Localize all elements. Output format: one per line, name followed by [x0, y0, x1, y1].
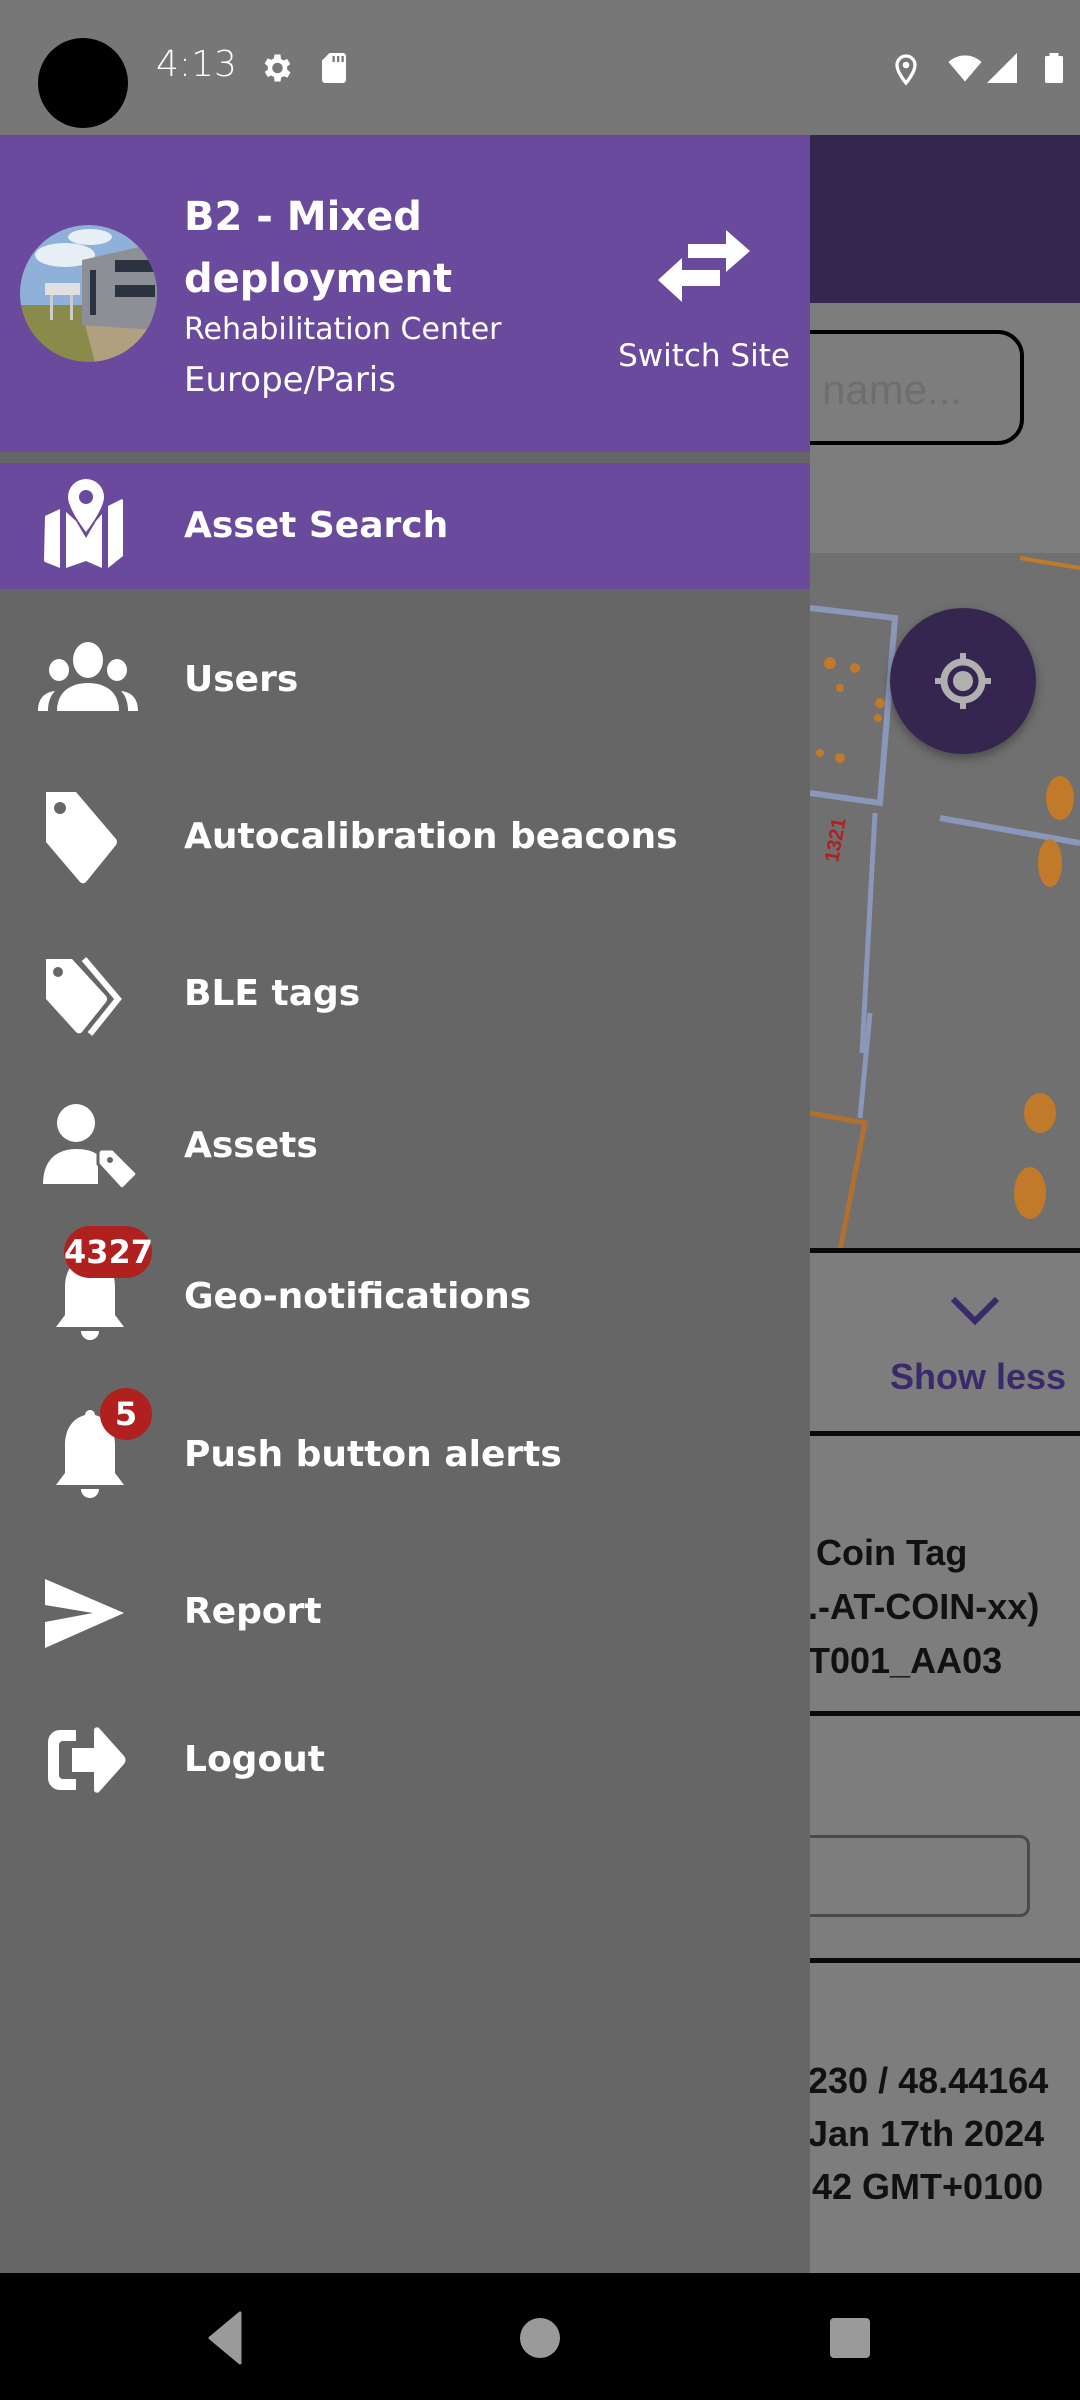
- svg-text:1321: 1321: [821, 816, 850, 864]
- site-type: Rehabilitation Center: [184, 312, 502, 347]
- background-show-less: Show less: [890, 1356, 1067, 1397]
- background-divider: [810, 1248, 1080, 1253]
- back-button[interactable]: [190, 2303, 260, 2373]
- drawer-item-autocalibration-beacons[interactable]: Autocalibration beacons: [0, 774, 810, 900]
- system-navigation-bar: [0, 2273, 1080, 2400]
- drawer-item-label: Assets: [184, 1125, 318, 1166]
- background-tag-line: Coin Tag: [816, 1532, 968, 1573]
- background-tag-line: T001_AA03: [808, 1640, 1003, 1681]
- chevron-down-icon: [950, 1296, 1000, 1326]
- send-icon: [45, 1579, 124, 1648]
- drawer-item-label: Geo-notifications: [184, 1276, 532, 1317]
- drawer-item-label: Users: [184, 659, 299, 700]
- tag-icon: [46, 792, 117, 884]
- drawer-item-asset-search[interactable]: Asset Search: [0, 463, 810, 589]
- switch-site-label: Switch Site: [618, 338, 790, 374]
- swap-arrows-icon: [658, 230, 750, 302]
- background-location-line: 42 GMT+0100: [812, 2166, 1044, 2207]
- settings-gear-icon: [264, 54, 291, 82]
- drawer-item-label: Asset Search: [184, 505, 449, 546]
- site-timezone: Europe/Paris: [184, 360, 396, 400]
- push-button-alerts-badge: 5: [100, 1388, 152, 1440]
- status-time: 4:13: [156, 44, 237, 85]
- camera-cutout: [38, 38, 128, 128]
- location-icon: [895, 54, 917, 86]
- background-divider: [810, 1431, 1080, 1436]
- wifi-icon: [948, 55, 982, 82]
- background-locate-button: [890, 608, 1036, 754]
- crosshair-icon: [935, 653, 991, 709]
- background-app-bar: [810, 135, 1080, 303]
- background-location-line: 230 / 48.44164: [808, 2060, 1049, 2101]
- drawer-item-report[interactable]: Report: [0, 1549, 810, 1675]
- drawer-item-label: Autocalibration beacons: [184, 816, 678, 857]
- map-pin-icon: [43, 479, 124, 568]
- drawer-item-ble-tags[interactable]: BLE tags: [0, 931, 810, 1057]
- drawer-item-push-button-alerts[interactable]: 5 Push button alerts: [0, 1388, 810, 1518]
- site-name: B2 - Mixed deployment: [184, 194, 453, 302]
- background-tag-line: .-AT-COIN-xx): [808, 1586, 1040, 1627]
- users-icon: [38, 642, 138, 711]
- drawer-item-label: Logout: [184, 1739, 326, 1780]
- recents-button[interactable]: [815, 2303, 885, 2373]
- drawer-item-label: Push button alerts: [184, 1434, 562, 1475]
- background-divider: [810, 1958, 1080, 1963]
- drawer-item-logout[interactable]: Logout: [0, 1697, 810, 1823]
- home-button[interactable]: [505, 2303, 575, 2373]
- switch-site-button[interactable]: Switch Site: [612, 230, 796, 380]
- drawer-item-label: Report: [184, 1591, 322, 1632]
- site-photo: [20, 225, 157, 362]
- background-search-placeholder: name...: [822, 366, 963, 413]
- background-divider: [810, 1711, 1080, 1716]
- drawer-item-users[interactable]: Users: [0, 617, 810, 743]
- tags-icon: [46, 957, 122, 1036]
- drawer-item-assets[interactable]: Assets: [0, 1083, 810, 1209]
- cellular-signal-icon: [987, 53, 1017, 83]
- site-avatar: [20, 225, 157, 362]
- drawer-item-geo-notifications[interactable]: 4327 Geo-notifications: [0, 1226, 810, 1360]
- logout-icon: [48, 1727, 126, 1793]
- user-tag-icon: [43, 1104, 138, 1191]
- battery-icon: [1045, 53, 1063, 83]
- background-location-line: Jan 17th 2024: [808, 2113, 1045, 2154]
- geo-notifications-badge: 4327: [64, 1226, 153, 1278]
- sd-card-icon: [322, 53, 346, 83]
- drawer-item-label: BLE tags: [184, 973, 361, 1014]
